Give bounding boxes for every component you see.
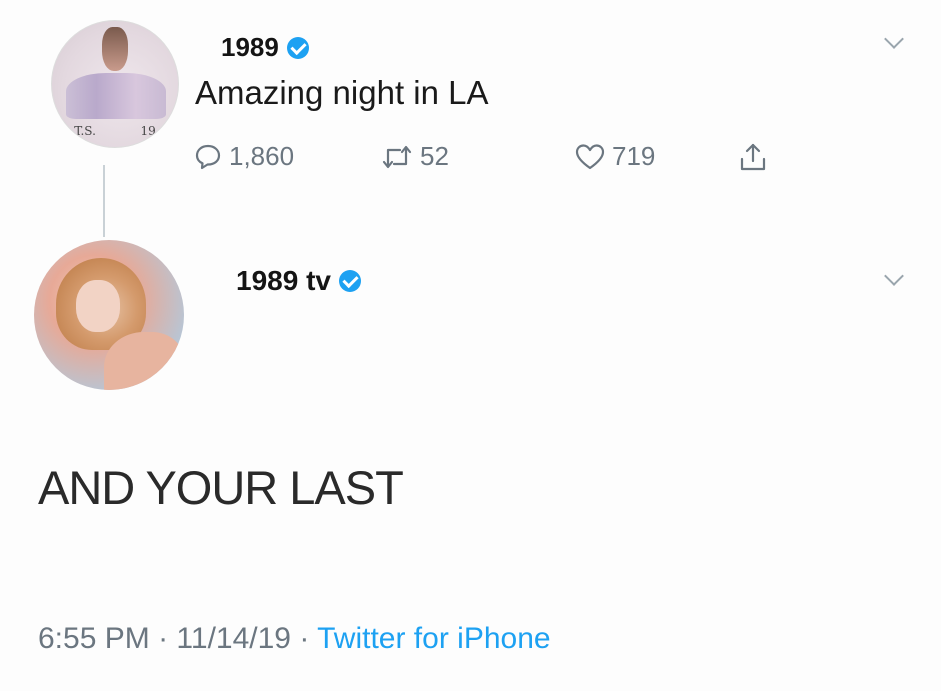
avatar-face — [76, 280, 120, 332]
avatar-polaroid-text: T.S. 19 — [52, 124, 178, 138]
avatar[interactable]: T.S. 19 — [51, 20, 179, 148]
meta-separator: · — [299, 622, 310, 655]
retweet-button[interactable]: 52 — [380, 141, 449, 172]
avatar-shoulder — [104, 332, 184, 390]
reply-button[interactable]: 1,860 — [193, 141, 294, 172]
author-name-text: 1989 — [221, 32, 279, 62]
author-name-text: 1989 tv — [236, 265, 331, 296]
share-icon — [738, 141, 768, 173]
avatar-polaroid-right: 19 — [140, 124, 156, 138]
tweet-time[interactable]: 6:55 PM — [38, 622, 150, 655]
retweet-icon — [380, 142, 414, 172]
verified-badge-icon — [338, 270, 361, 292]
retweet-count: 52 — [420, 141, 449, 171]
author-name[interactable]: 1989 tv — [236, 265, 361, 297]
heart-icon — [574, 142, 606, 172]
author-name[interactable]: 1989 — [221, 32, 309, 63]
verified-badge-icon — [286, 36, 309, 59]
like-count: 719 — [612, 141, 656, 171]
chevron-down-icon[interactable] — [884, 29, 904, 49]
avatar-shirt — [66, 73, 166, 119]
reply-count: 1,860 — [229, 141, 295, 171]
avatar-head — [102, 27, 128, 71]
avatar-polaroid-left: T.S. — [74, 124, 96, 138]
tweet-date[interactable]: 11/14/19 — [176, 622, 291, 655]
tweet-text: Amazing night in LA — [195, 74, 489, 111]
tweet-original: T.S. 19 1989 Amazing night in LA 1,860 5… — [0, 0, 941, 237]
share-button[interactable] — [738, 141, 768, 173]
tweet-source-link[interactable]: Twitter for iPhone — [317, 622, 550, 655]
tweet-meta: 6:55 PM · 11/14/19 · Twitter for iPhone — [38, 622, 551, 656]
meta-separator: · — [158, 622, 169, 655]
tweet-text: AND YOUR LAST — [38, 461, 404, 514]
reply-icon — [193, 142, 223, 172]
like-button[interactable]: 719 — [574, 141, 655, 172]
tweet-reply — [0, 215, 941, 691]
avatar[interactable] — [34, 240, 184, 390]
